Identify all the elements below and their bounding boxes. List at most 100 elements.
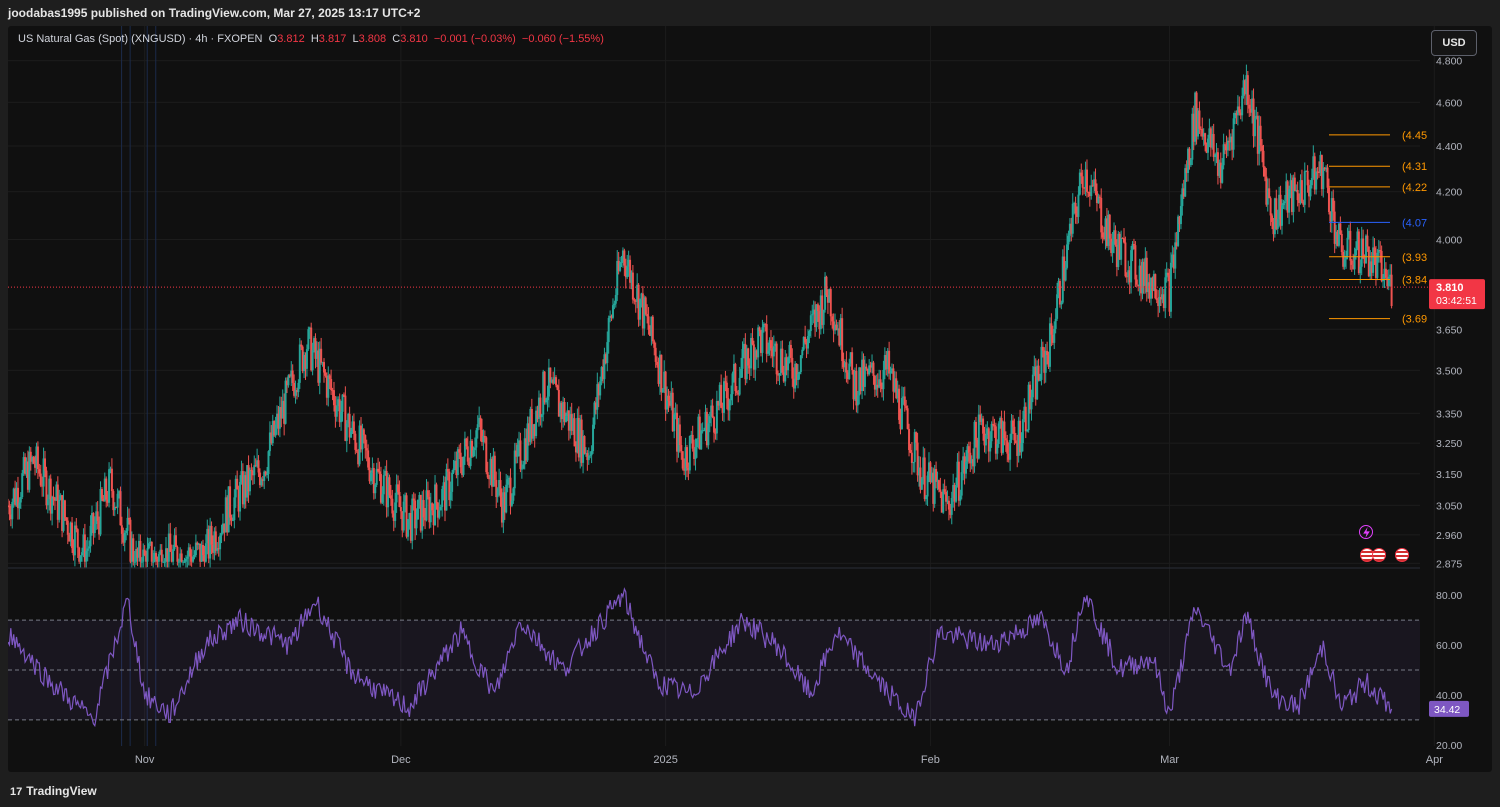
candle-body	[681, 451, 684, 469]
candle-body	[298, 344, 301, 383]
candle-body	[1053, 328, 1056, 343]
candle-body	[1046, 350, 1049, 356]
candle-body	[778, 373, 781, 376]
candle-body	[740, 368, 743, 378]
candle-body	[865, 366, 868, 369]
candle-body	[540, 414, 543, 418]
candle-body	[180, 553, 183, 562]
last-price-text: 3.810	[1436, 282, 1464, 294]
candle-body	[722, 381, 725, 413]
us-flag-event-icon[interactable]	[1395, 548, 1409, 562]
candle-body	[100, 489, 103, 499]
candle-body	[39, 473, 42, 486]
candle-body	[406, 519, 409, 537]
candle-body	[1114, 230, 1117, 245]
candle-body	[1050, 323, 1053, 335]
candle-body	[789, 344, 792, 358]
candle-body	[730, 394, 733, 401]
candle-body	[825, 276, 828, 296]
tradingview-logo[interactable]: 17 TradingView	[10, 784, 97, 798]
candle-body	[1387, 276, 1390, 287]
chart-svg[interactable]: (4.45 (4.31 (4.22 (4.07 (3.93 (3.84 (3.69 3.810…	[8, 26, 1492, 772]
candle-body	[177, 561, 180, 563]
candle-body	[1362, 238, 1365, 259]
candle-body	[708, 416, 711, 424]
candle-body	[1248, 104, 1251, 109]
rsi-tick-label: 40.00	[1436, 690, 1462, 702]
candle-body	[872, 362, 875, 376]
candle-body	[1303, 171, 1306, 205]
candle-body	[1004, 438, 1007, 441]
candle-body	[1214, 154, 1217, 158]
candle-body	[1293, 177, 1296, 192]
candle-body	[804, 336, 807, 343]
candle-body	[133, 561, 136, 563]
lightning-event-icon[interactable]	[1359, 525, 1373, 539]
candle-body	[943, 489, 946, 492]
candle-body	[505, 484, 508, 513]
candle-body	[1132, 243, 1135, 246]
candle-body	[1066, 244, 1069, 268]
candle-body	[71, 522, 74, 549]
candle-body	[439, 507, 442, 511]
candle-body	[765, 324, 768, 354]
candle-body	[1206, 138, 1209, 153]
candle-body	[757, 327, 760, 358]
candle-body	[426, 490, 429, 497]
candle-body	[189, 547, 192, 557]
candle-body	[287, 375, 290, 386]
candle-body	[644, 297, 647, 315]
level-label: (4.22	[1402, 182, 1427, 194]
candle-body	[132, 538, 135, 562]
candle-body	[1300, 180, 1303, 202]
candle-body	[841, 318, 844, 362]
candle-body	[73, 525, 76, 556]
candle-body	[831, 316, 834, 322]
candle-body	[108, 469, 111, 503]
candle-body	[105, 478, 108, 500]
candle-body	[1039, 379, 1042, 381]
level-label: (4.45	[1402, 130, 1427, 142]
candle-body	[231, 520, 234, 522]
candle-body	[761, 327, 764, 353]
candle-body	[1355, 248, 1358, 256]
candle-body	[88, 546, 91, 549]
chart-panel[interactable]: (4.45 (4.31 (4.22 (4.07 (3.93 (3.84 (3.69 3.810…	[8, 26, 1492, 772]
candle-body	[362, 429, 365, 436]
candle-body	[926, 475, 929, 497]
candle-body	[174, 535, 177, 547]
candle-body	[210, 525, 213, 545]
candle-body	[459, 452, 462, 468]
price-tick-label: 2.875	[1436, 558, 1462, 570]
candle-body	[76, 529, 79, 548]
candle-body	[284, 380, 287, 424]
candle-body	[1246, 75, 1249, 105]
candle-body	[1108, 214, 1111, 239]
us-flag-event-icon[interactable]	[1372, 548, 1386, 562]
candle-body	[253, 465, 256, 476]
price-tick-label: 3.250	[1436, 438, 1462, 450]
candle-body	[8, 505, 11, 515]
candle-body	[631, 272, 634, 300]
candle-body	[391, 498, 394, 514]
price-tick-label: 4.600	[1436, 97, 1462, 109]
price-tick-label: 2.960	[1436, 530, 1462, 542]
candle-body	[957, 461, 960, 501]
candle-body	[678, 424, 681, 446]
currency-button[interactable]: USD	[1431, 30, 1477, 56]
publisher-bar: joodabas1995 published on TradingView.co…	[0, 0, 1500, 26]
candle-body	[587, 455, 590, 461]
candle-body	[350, 431, 353, 438]
candle-body	[465, 438, 468, 447]
candle-body	[1130, 250, 1133, 283]
candle-body	[728, 400, 731, 411]
candle-body	[791, 357, 794, 379]
candle-body	[798, 372, 801, 375]
candle-body	[89, 525, 92, 547]
candle-body	[1353, 255, 1356, 270]
candle-body	[751, 337, 754, 345]
candle-body	[741, 349, 744, 369]
candle-body	[808, 331, 811, 337]
candle-body	[1067, 235, 1070, 245]
candle-body	[451, 472, 454, 492]
